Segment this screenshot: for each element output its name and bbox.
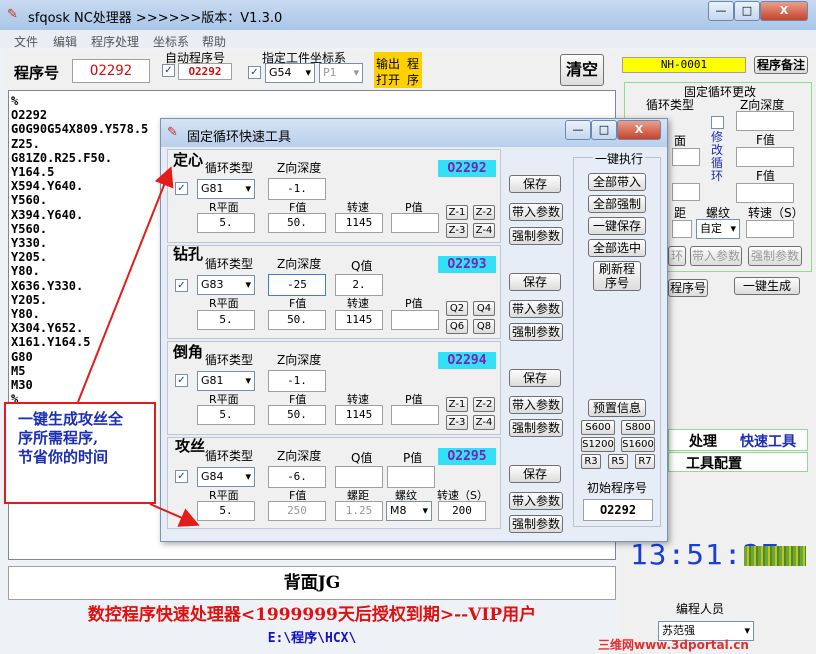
arrow-up [77,166,174,403]
arrow-down [149,503,200,527]
callout-arrows [77,166,200,527]
